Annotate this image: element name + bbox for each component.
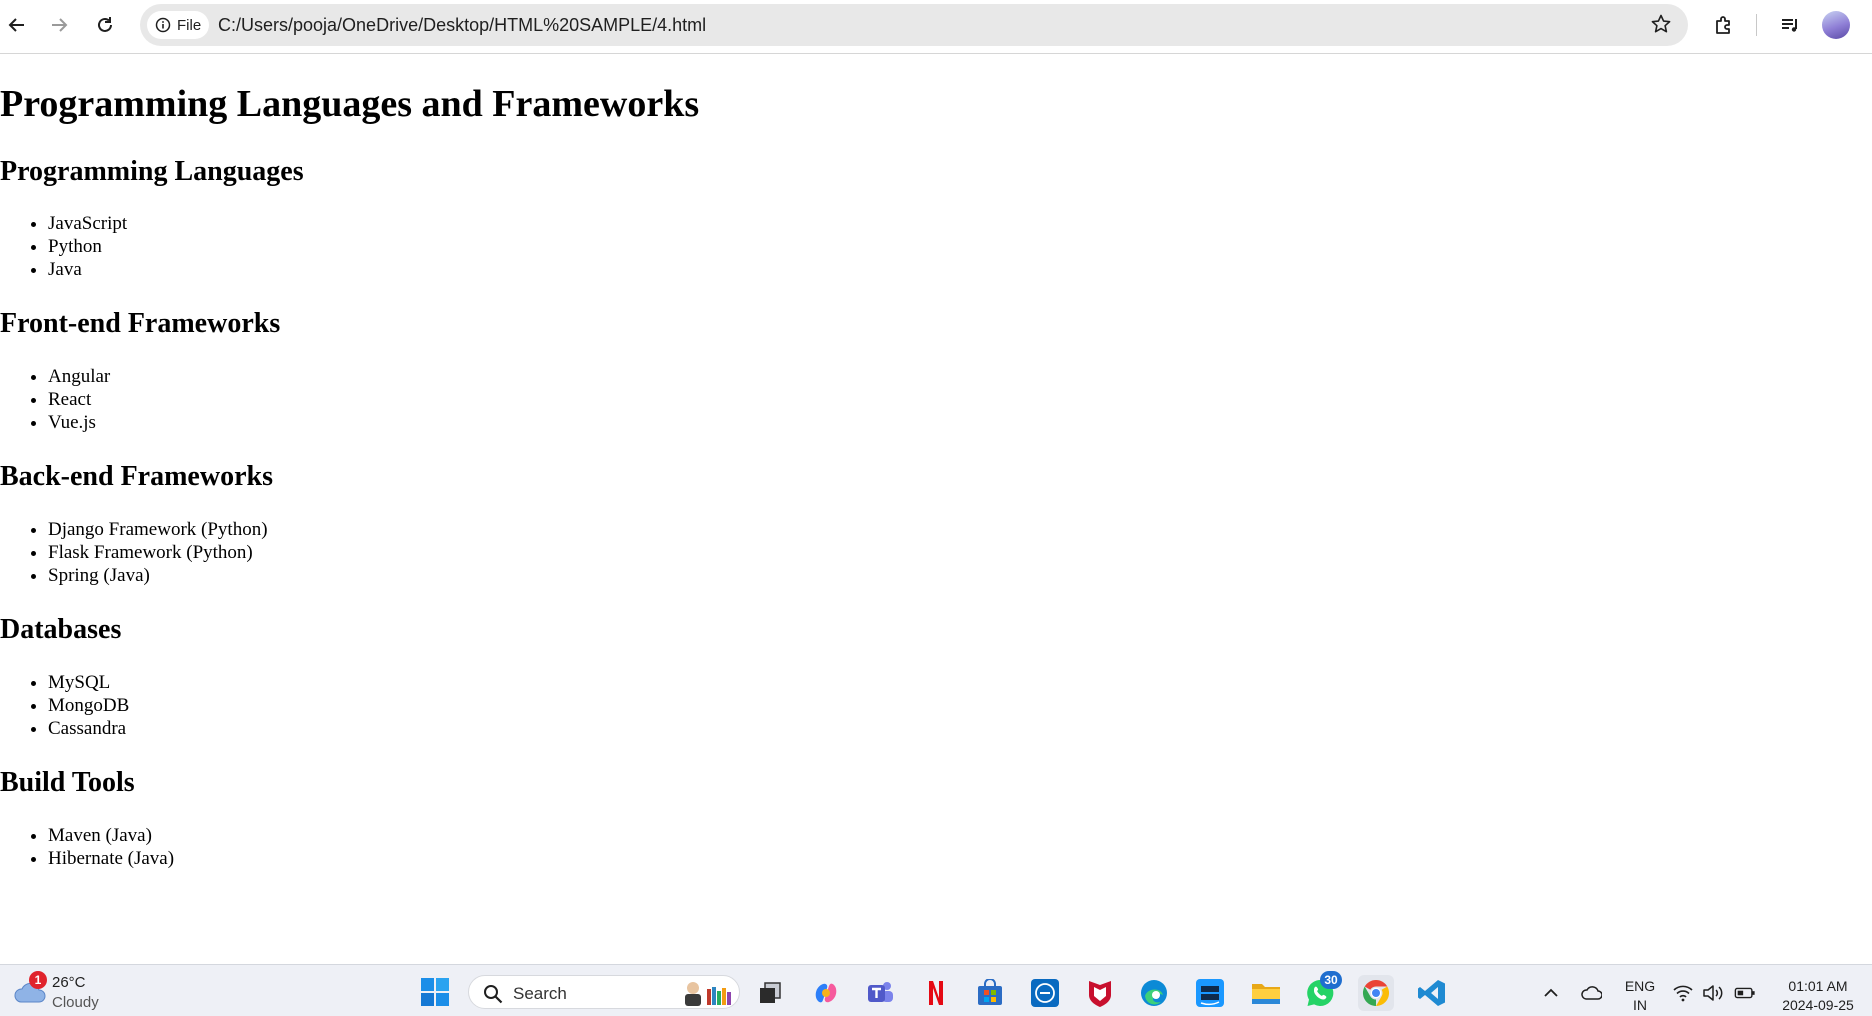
taskbar-app-vscode[interactable] (1414, 975, 1450, 1011)
start-button[interactable] (420, 977, 450, 1007)
folder-icon (1252, 984, 1280, 1004)
list-item: Cassandra (48, 717, 129, 740)
forward-arrow-icon (52, 18, 68, 32)
chrome-icon (1362, 979, 1390, 1007)
site-chip-label: File (177, 16, 202, 34)
weather-temperature: 26°C (52, 974, 86, 991)
chevron-up-icon (1544, 988, 1558, 997)
list-item: Maven (Java) (48, 824, 174, 847)
forward-button[interactable] (42, 10, 76, 40)
toolbar-divider (1756, 14, 1757, 36)
vscode-icon (1418, 980, 1445, 1006)
section-heading-back-end-frameworks: Back-end Frameworks (0, 461, 273, 492)
battery-icon (1734, 987, 1755, 999)
list-item: MongoDB (48, 694, 129, 717)
taskbar-app-prime-video[interactable] (1192, 975, 1228, 1011)
netflix-icon (929, 981, 943, 1005)
browser-toolbar: File C:/Users/pooja/OneDrive/Desktop/HTM… (0, 0, 1872, 54)
info-icon (155, 17, 171, 33)
list-item: React (48, 388, 110, 411)
show-hidden-icons-button[interactable] (1540, 983, 1562, 1003)
language-region: IN (1633, 997, 1647, 1013)
clock-date: 2024-09-25 (1782, 997, 1854, 1013)
list-front-end-frameworks: Angular React Vue.js (0, 365, 110, 434)
list-build-tools: Maven (Java) Hibernate (Java) (0, 824, 174, 870)
task-view-button[interactable] (752, 975, 788, 1011)
bookmark-button[interactable] (1650, 13, 1672, 40)
reload-button[interactable] (88, 10, 122, 40)
list-item: MySQL (48, 671, 129, 694)
page-title: Programming Languages and Frameworks (0, 83, 700, 125)
store-icon (978, 979, 1002, 1005)
back-arrow-icon (8, 18, 24, 32)
taskbar: 1 26°C Cloudy Search 30 ENG IN 01:01 AM … (0, 964, 1872, 1016)
list-item: JavaScript (48, 212, 127, 235)
extensions-button[interactable] (1708, 10, 1740, 40)
weather-condition: Cloudy (52, 994, 99, 1011)
reload-icon (98, 17, 112, 32)
list-item: Spring (Java) (48, 564, 268, 587)
site-info-chip[interactable]: File (147, 11, 209, 39)
windows-logo-icon (421, 978, 449, 1006)
clock-time: 01:01 AM (1788, 978, 1848, 994)
taskbar-app-dell[interactable] (1027, 975, 1063, 1011)
list-item: Vue.js (48, 411, 110, 434)
list-item: Java (48, 258, 127, 281)
list-item: Angular (48, 365, 110, 388)
language-code: ENG (1624, 978, 1656, 994)
puzzle-icon (1716, 16, 1730, 34)
taskbar-app-file-explorer[interactable] (1248, 975, 1284, 1011)
list-item: Flask Framework (Python) (48, 541, 268, 564)
taskbar-search-box[interactable]: Search (468, 975, 740, 1009)
input-language-indicator[interactable]: ENG IN (1624, 977, 1656, 1015)
wifi-icon (1673, 985, 1693, 1002)
taskbar-app-teams[interactable] (862, 975, 898, 1011)
edge-icon (1141, 980, 1167, 1006)
list-item: Python (48, 235, 127, 258)
search-highlight-icon (685, 982, 731, 1006)
whatsapp-notification-badge: 30 (1320, 971, 1342, 989)
address-bar[interactable]: File C:/Users/pooja/OneDrive/Desktop/HTM… (140, 4, 1688, 46)
weather-alert-badge: 1 (29, 971, 47, 989)
copilot-icon (815, 983, 837, 1003)
list-item: Hibernate (Java) (48, 847, 174, 870)
star-icon (1651, 14, 1671, 33)
media-controls-button[interactable] (1774, 10, 1806, 40)
taskbar-app-netflix[interactable] (918, 975, 954, 1011)
mcafee-shield-icon (1089, 981, 1111, 1007)
section-heading-programming-languages: Programming Languages (0, 156, 304, 187)
onedrive-tray-button[interactable] (1580, 983, 1602, 1003)
section-heading-front-end-frameworks: Front-end Frameworks (0, 308, 281, 339)
profile-avatar[interactable] (1822, 11, 1850, 39)
teams-icon (868, 982, 893, 1002)
taskbar-app-microsoft-store[interactable] (972, 975, 1008, 1011)
list-programming-languages: JavaScript Python Java (0, 212, 127, 281)
prime-video-icon (1196, 979, 1224, 1007)
section-heading-databases: Databases (0, 614, 122, 645)
battery-status[interactable] (1734, 983, 1756, 1003)
list-databases: MySQL MongoDB Cassandra (0, 671, 129, 740)
taskbar-app-whatsapp[interactable]: 30 (1302, 971, 1342, 1011)
taskbar-app-mcafee[interactable] (1082, 975, 1118, 1011)
section-heading-build-tools: Build Tools (0, 767, 135, 798)
taskbar-app-edge[interactable] (1136, 975, 1172, 1011)
speaker-icon (1703, 985, 1723, 1001)
page-content: Programming Languages and Frameworks Pro… (0, 54, 1872, 964)
volume-status[interactable] (1702, 983, 1724, 1003)
back-button[interactable] (0, 10, 34, 40)
dell-icon (1031, 979, 1059, 1007)
taskbar-app-chrome[interactable] (1358, 975, 1394, 1011)
taskbar-app-copilot[interactable] (808, 975, 844, 1011)
task-view-icon (760, 982, 781, 1003)
onedrive-cloud-icon (1581, 986, 1602, 1000)
url-text[interactable]: C:/Users/pooja/OneDrive/Desktop/HTML%20S… (218, 15, 706, 36)
playlist-icon (1782, 19, 1797, 32)
search-placeholder: Search (513, 984, 567, 1003)
system-clock[interactable]: 01:01 AM 2024-09-25 (1770, 977, 1866, 1015)
list-back-end-frameworks: Django Framework (Python) Flask Framewor… (0, 518, 268, 587)
wifi-status[interactable] (1672, 983, 1694, 1003)
search-icon (484, 985, 503, 1004)
weather-widget[interactable]: 1 26°C Cloudy (12, 971, 132, 1013)
list-item: Django Framework (Python) (48, 518, 268, 541)
